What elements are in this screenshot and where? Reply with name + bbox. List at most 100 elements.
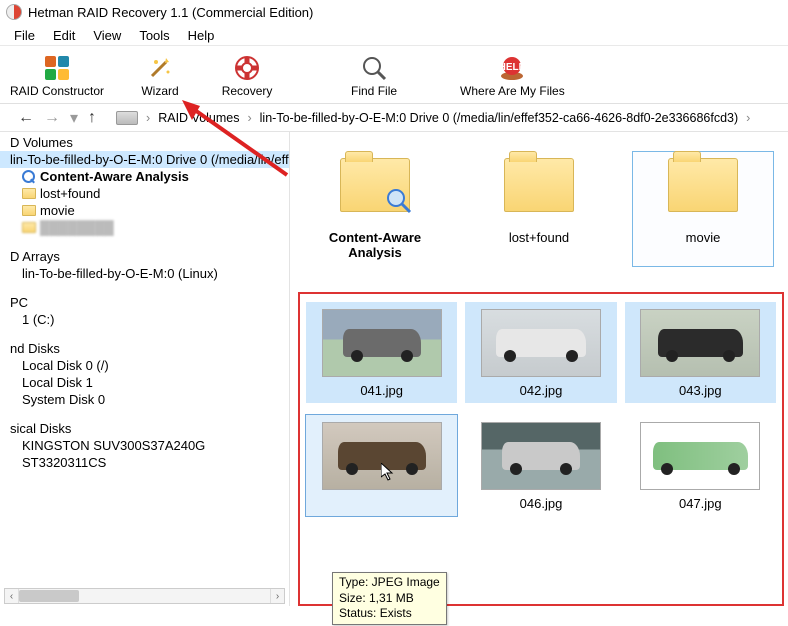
tree-ld0[interactable]: Local Disk 0 (/) xyxy=(0,357,289,374)
folder-lostfound[interactable]: lost+found xyxy=(469,152,609,266)
tree-section-pc[interactable]: PC xyxy=(0,294,289,311)
folder-caa[interactable]: Content-Aware Analysis xyxy=(305,152,445,266)
thumb-name: 043.jpg xyxy=(679,383,722,398)
tree-phys1[interactable]: ST3320311CS xyxy=(0,454,289,471)
magnifier-icon xyxy=(22,170,36,184)
folder-icon xyxy=(504,158,574,212)
nav-up[interactable]: ↑ xyxy=(86,109,98,127)
folder-icon xyxy=(22,205,36,216)
folder-caa-label: Content-Aware Analysis xyxy=(311,230,439,260)
tree-caa-label: Content-Aware Analysis xyxy=(40,169,189,184)
tree-section-arrays[interactable]: D Arrays xyxy=(0,248,289,265)
folder-icon xyxy=(668,158,738,212)
where-files-button[interactable]: HELP Where Are My Files xyxy=(460,52,565,99)
crumb-root[interactable]: RAID Volumes xyxy=(158,111,239,125)
thumb-046[interactable]: 046.jpg xyxy=(465,415,616,516)
recovery-label: Recovery xyxy=(222,84,273,98)
raid-constructor-button[interactable]: RAID Constructor xyxy=(10,52,104,99)
thumb-name: 047.jpg xyxy=(679,496,722,511)
scroll-left-icon[interactable]: ‹ xyxy=(5,589,19,603)
thumb-name: 046.jpg xyxy=(520,496,563,511)
tree-caa[interactable]: Content-Aware Analysis xyxy=(0,168,289,185)
thumbnails-area: 041.jpg 042.jpg 043.jpg xyxy=(298,292,784,606)
thumb-image xyxy=(481,309,601,377)
tooltip-type: Type: JPEG Image xyxy=(339,575,440,591)
tree-section-nd[interactable]: nd Disks xyxy=(0,340,289,357)
tree-sd0[interactable]: System Disk 0 xyxy=(0,391,289,408)
thumb-image xyxy=(640,422,760,490)
folder-movie[interactable]: movie xyxy=(633,152,773,266)
tree-hscrollbar[interactable]: ‹ › xyxy=(4,588,285,604)
find-file-button[interactable]: Find File xyxy=(343,52,405,99)
file-tooltip: Type: JPEG Image Size: 1,31 MB Status: E… xyxy=(332,572,447,625)
menu-edit[interactable]: Edit xyxy=(45,26,83,43)
nav-dropdown[interactable]: ▾ xyxy=(68,108,80,128)
thumb-image xyxy=(481,422,601,490)
tree-section-volumes[interactable]: D Volumes xyxy=(0,134,289,151)
thumb-image xyxy=(322,422,442,490)
menu-help[interactable]: Help xyxy=(180,26,223,43)
tree-cdrive[interactable]: 1 (C:) xyxy=(0,311,289,328)
thumb-image xyxy=(322,309,442,377)
tooltip-status: Status: Exists xyxy=(339,606,440,622)
folder-row: Content-Aware Analysis lost+found movie xyxy=(290,132,788,276)
tree-panel: D Volumes lin-To-be-filled-by-O-E-M:0 Dr… xyxy=(0,132,290,606)
tree-array-row[interactable]: lin-To-be-filled-by-O-E-M:0 (Linux) xyxy=(0,265,289,282)
raid-constructor-label: RAID Constructor xyxy=(10,84,104,98)
crumb-drive[interactable]: lin-To-be-filled-by-O-E-M:0 Drive 0 (/me… xyxy=(260,111,738,125)
menu-tools[interactable]: Tools xyxy=(131,26,177,43)
recovery-button[interactable]: Recovery xyxy=(216,52,278,99)
scroll-thumb[interactable] xyxy=(19,590,79,602)
tree-ld1[interactable]: Local Disk 1 xyxy=(0,374,289,391)
cursor-icon xyxy=(381,463,395,481)
chevron-right-icon: › xyxy=(144,111,152,125)
nav-back[interactable]: ← xyxy=(16,109,36,127)
tree-blurred: ████████ xyxy=(0,219,289,236)
thumb-041[interactable]: 041.jpg xyxy=(306,302,457,403)
main-toolbar: RAID Constructor Wizard Recovery Find Fi… xyxy=(0,46,788,104)
thumb-name: 041.jpg xyxy=(360,383,403,398)
tooltip-size: Size: 1,31 MB xyxy=(339,591,440,607)
wizard-label: Wizard xyxy=(141,84,178,98)
where-files-label: Where Are My Files xyxy=(460,84,565,98)
puzzle-icon xyxy=(43,54,71,82)
tree-movie[interactable]: movie xyxy=(0,202,289,219)
wand-icon xyxy=(146,54,174,82)
svg-text:HELP: HELP xyxy=(499,62,526,73)
app-icon xyxy=(6,4,22,20)
scroll-right-icon[interactable]: › xyxy=(270,589,284,603)
wizard-button[interactable]: Wizard xyxy=(129,52,191,99)
folder-icon xyxy=(22,222,36,233)
thumb-047[interactable]: 047.jpg xyxy=(625,415,776,516)
menu-bar: File Edit View Tools Help xyxy=(0,24,788,46)
chevron-right-icon: › xyxy=(744,111,752,125)
thumb-043[interactable]: 043.jpg xyxy=(625,302,776,403)
window-title: Hetman RAID Recovery 1.1 (Commercial Edi… xyxy=(28,5,313,20)
tree-drive-row[interactable]: lin-To-be-filled-by-O-E-M:0 Drive 0 (/me… xyxy=(0,151,289,168)
tree-lostfound-label: lost+found xyxy=(40,186,100,201)
lifebuoy-icon xyxy=(233,54,261,82)
magnifier-icon xyxy=(360,54,388,82)
thumb-image xyxy=(640,309,760,377)
chevron-right-icon: › xyxy=(245,111,253,125)
folder-movie-label: movie xyxy=(686,230,721,245)
tree-section-phys[interactable]: sical Disks xyxy=(0,420,289,437)
magnifier-overlay-icon xyxy=(385,187,413,215)
thumb-042[interactable]: 042.jpg xyxy=(465,302,616,403)
thumb-current[interactable] xyxy=(306,415,457,516)
nav-forward: → xyxy=(42,109,62,127)
menu-file[interactable]: File xyxy=(6,26,43,43)
nav-bar: ← → ▾ ↑ › RAID Volumes › lin-To-be-fille… xyxy=(0,104,788,132)
drive-icon xyxy=(116,111,138,125)
folder-icon xyxy=(340,158,410,212)
thumb-name: 042.jpg xyxy=(520,383,563,398)
menu-view[interactable]: View xyxy=(85,26,129,43)
find-file-label: Find File xyxy=(351,84,397,98)
tree-movie-label: movie xyxy=(40,203,75,218)
help-button-icon: HELP xyxy=(498,54,526,82)
content-panel: Content-Aware Analysis lost+found movie … xyxy=(290,132,788,606)
folder-icon xyxy=(22,188,36,199)
folder-lostfound-label: lost+found xyxy=(509,230,569,245)
tree-lostfound[interactable]: lost+found xyxy=(0,185,289,202)
tree-phys0[interactable]: KINGSTON SUV300S37A240G xyxy=(0,437,289,454)
